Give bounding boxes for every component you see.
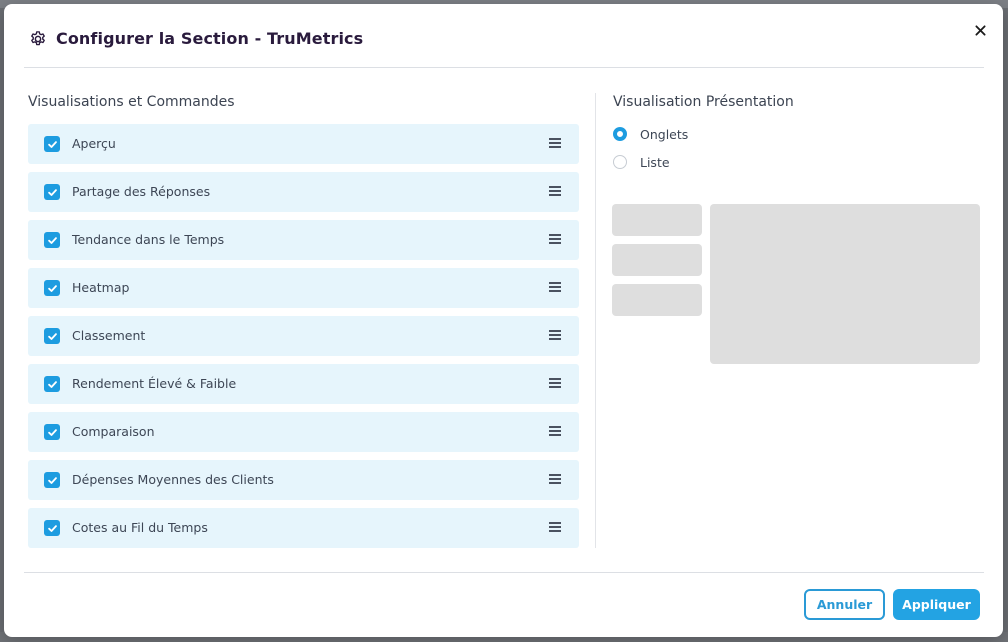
radio-label: Onglets (640, 127, 689, 142)
header-divider (24, 67, 984, 68)
item-label: Comparaison (72, 424, 155, 439)
drag-handle-icon[interactable] (549, 426, 561, 436)
check-icon (47, 140, 57, 148)
item-checkbox[interactable] (44, 280, 60, 296)
footer-divider (24, 572, 984, 573)
preview-content-placeholder (710, 204, 980, 364)
item-label: Dépenses Moyennes des Clients (72, 472, 274, 487)
drag-handle-icon[interactable] (549, 186, 561, 196)
preview-tab-placeholder (612, 284, 702, 316)
check-icon (47, 188, 57, 196)
radio-label: Liste (640, 155, 670, 170)
check-icon (47, 428, 57, 436)
check-icon (47, 380, 57, 388)
drag-handle-icon[interactable] (549, 138, 561, 148)
item-label: Partage des Réponses (72, 184, 211, 199)
item-label: Heatmap (72, 280, 130, 295)
visualizations-list: Aperçu Partage des Réponses Tendance dan… (28, 124, 579, 556)
list-item[interactable]: Cotes au Fil du Temps (28, 508, 579, 548)
drag-handle-icon[interactable] (549, 522, 561, 532)
dialog-title: Configurer la Section - TruMetrics (56, 29, 364, 48)
item-label: Aperçu (72, 136, 116, 151)
list-item[interactable]: Partage des Réponses (28, 172, 579, 212)
drag-handle-icon[interactable] (549, 474, 561, 484)
item-checkbox[interactable] (44, 136, 60, 152)
presentation-section-title: Visualisation Présentation (613, 94, 794, 110)
item-checkbox[interactable] (44, 184, 60, 200)
item-label: Cotes au Fil du Temps (72, 520, 208, 535)
column-divider (595, 93, 596, 548)
preview-tab-placeholder (612, 204, 702, 236)
item-checkbox[interactable] (44, 424, 60, 440)
list-item[interactable]: Heatmap (28, 268, 579, 308)
drag-handle-icon[interactable] (549, 234, 561, 244)
item-label: Classement (72, 328, 146, 343)
check-icon (47, 476, 57, 484)
list-item[interactable]: Aperçu (28, 124, 579, 164)
check-icon (47, 236, 57, 244)
drag-handle-icon[interactable] (549, 282, 561, 292)
apply-button[interactable]: Appliquer (893, 589, 980, 620)
list-item[interactable]: Tendance dans le Temps (28, 220, 579, 260)
list-item[interactable]: Classement (28, 316, 579, 356)
dialog-header: Configurer la Section - TruMetrics (4, 4, 1003, 68)
item-checkbox[interactable] (44, 376, 60, 392)
check-icon (47, 284, 57, 292)
radio-button-selected[interactable] (613, 127, 627, 141)
item-checkbox[interactable] (44, 520, 60, 536)
item-checkbox[interactable] (44, 232, 60, 248)
item-label: Tendance dans le Temps (72, 232, 225, 247)
drag-handle-icon[interactable] (549, 378, 561, 388)
check-icon (47, 524, 57, 532)
check-icon (47, 332, 57, 340)
radio-button[interactable] (613, 155, 627, 169)
gear-icon (31, 31, 45, 46)
item-checkbox[interactable] (44, 328, 60, 344)
list-item[interactable]: Rendement Élevé & Faible (28, 364, 579, 404)
close-icon[interactable] (974, 24, 986, 36)
list-item[interactable]: Dépenses Moyennes des Clients (28, 460, 579, 500)
drag-handle-icon[interactable] (549, 330, 561, 340)
configure-section-dialog: Configurer la Section - TruMetrics Visua… (4, 4, 1003, 637)
item-checkbox[interactable] (44, 472, 60, 488)
preview-tab-placeholder (612, 244, 702, 276)
item-label: Rendement Élevé & Faible (72, 376, 237, 391)
close-button[interactable] (970, 20, 990, 40)
cancel-button[interactable]: Annuler (804, 589, 885, 620)
list-item[interactable]: Comparaison (28, 412, 579, 452)
visualizations-section-title: Visualisations et Commandes (28, 94, 235, 110)
